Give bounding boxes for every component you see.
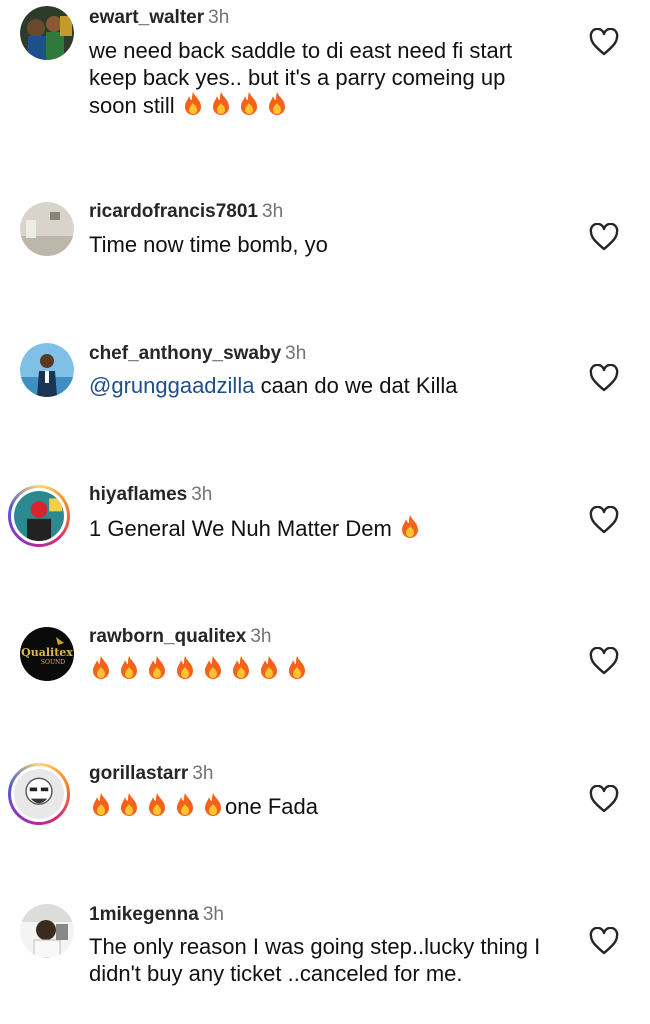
like-button[interactable]	[589, 927, 619, 955]
comment-text: Time now time bomb, yo	[89, 231, 559, 258]
timestamp: 3h	[262, 201, 284, 222]
fire-emoji-icon	[145, 792, 169, 818]
comment-text	[89, 655, 559, 683]
comment-text: 1 General We Nuh Matter Dem	[89, 514, 559, 542]
comment-text: we need back saddle to di east need fi s…	[89, 37, 559, 119]
comment-item: hiyaflames 3h 1 General We Nuh Matter Dem	[0, 470, 650, 615]
comment-text-content: caan do we dat Killa	[254, 373, 458, 398]
comment-text-content: we need back saddle to di east need fi s…	[89, 38, 513, 118]
fire-emoji-icon	[237, 91, 261, 117]
comment-item: Qualitex SOUND rawborn_qualitex 3h	[0, 615, 650, 755]
fire-emoji-icon	[201, 655, 225, 681]
avatar[interactable]	[8, 485, 70, 547]
comment-text: The only reason I was going step..lucky …	[89, 933, 559, 987]
fire-emoji-icon	[173, 655, 197, 681]
avatar-man-suit-image	[20, 343, 74, 397]
timestamp: 3h	[208, 7, 230, 28]
avatar-logo-text: Qualitex	[21, 646, 73, 659]
heart-outline-icon	[589, 28, 619, 56]
like-button[interactable]	[589, 647, 619, 675]
heart-outline-icon	[589, 785, 619, 813]
comment-text: one Fada	[89, 792, 559, 820]
mention-link[interactable]: @grunggaadzilla	[89, 373, 254, 398]
username[interactable]: 1mikegenna	[89, 904, 199, 925]
like-button[interactable]	[589, 223, 619, 251]
avatar-cartoon-image	[20, 6, 74, 60]
comment-meta: rawborn_qualitex 3h	[89, 626, 271, 648]
comment-text-content: 1 General We Nuh Matter Dem	[89, 516, 392, 541]
fire-emoji-icon	[89, 655, 113, 681]
avatar[interactable]	[20, 904, 74, 958]
comment-meta: 1mikegenna 3h	[89, 904, 224, 926]
like-button[interactable]	[589, 785, 619, 813]
fire-emoji-icon	[257, 655, 281, 681]
fire-emoji-icon	[145, 655, 169, 681]
fire-emoji-icon	[398, 514, 422, 540]
avatar-selfie-image	[20, 904, 74, 958]
avatar-logo-subtext: SOUND	[41, 659, 65, 666]
fire-emoji-icon	[201, 792, 225, 818]
heart-outline-icon	[589, 647, 619, 675]
avatar[interactable]	[20, 6, 74, 60]
comment-item: chef_anthony_swaby 3h @grunggaadzilla caa…	[0, 330, 650, 470]
timestamp: 3h	[202, 904, 224, 925]
fire-emoji-icon	[89, 792, 113, 818]
username[interactable]: ricardofrancis7801	[89, 201, 258, 222]
fire-emoji-icon	[209, 91, 233, 117]
comment-item: ricardofrancis7801 3h Time now time bomb,…	[0, 190, 650, 330]
like-button[interactable]	[589, 506, 619, 534]
avatar[interactable]	[20, 202, 74, 256]
avatar[interactable]	[20, 343, 74, 397]
fire-emoji-icon	[173, 792, 197, 818]
comment-meta: hiyaflames 3h	[89, 484, 212, 506]
timestamp: 3h	[191, 484, 213, 505]
heart-outline-icon	[589, 506, 619, 534]
heart-outline-icon	[589, 364, 619, 392]
fire-emoji-icon	[265, 91, 289, 117]
username[interactable]: ewart_walter	[89, 7, 204, 28]
fire-emoji-icon	[117, 655, 141, 681]
heart-outline-icon	[589, 927, 619, 955]
avatar-story-image	[14, 769, 64, 819]
comment-item: gorillastarr 3h one Fada	[0, 755, 650, 900]
fire-emoji-icon	[229, 655, 253, 681]
comment-item: 1mikegenna 3h The only reason I was going…	[0, 900, 650, 1024]
avatar-qualitex-image: Qualitex SOUND	[20, 627, 74, 681]
comment-meta: chef_anthony_swaby 3h	[89, 343, 306, 365]
comment-meta: ricardofrancis7801 3h	[89, 201, 283, 223]
like-button[interactable]	[589, 28, 619, 56]
fire-emoji-icon	[117, 792, 141, 818]
username[interactable]: rawborn_qualitex	[89, 626, 246, 647]
comment-meta: gorillastarr 3h	[89, 763, 213, 785]
like-button[interactable]	[589, 364, 619, 392]
avatar-story-image	[14, 491, 64, 541]
comment-text-content: Time now time bomb, yo	[89, 232, 328, 257]
fire-emoji-icon	[181, 91, 205, 117]
username[interactable]: chef_anthony_swaby	[89, 343, 281, 364]
username[interactable]: hiyaflames	[89, 484, 187, 505]
comment-text-content: one Fada	[225, 794, 318, 819]
fire-emoji-icon	[285, 655, 309, 681]
avatar[interactable]: Qualitex SOUND	[20, 627, 74, 681]
comment-meta: ewart_walter 3h	[89, 7, 229, 29]
comment-item: ewart_walter 3h we need back saddle to di…	[0, 0, 650, 190]
avatar[interactable]	[8, 763, 70, 825]
timestamp: 3h	[250, 626, 272, 647]
comment-text-content: The only reason I was going step..lucky …	[89, 934, 541, 986]
avatar-room-image	[20, 202, 74, 256]
timestamp: 3h	[192, 763, 214, 784]
comment-text: @grunggaadzilla caan do we dat Killa	[89, 372, 559, 399]
heart-outline-icon	[589, 223, 619, 251]
username[interactable]: gorillastarr	[89, 763, 188, 784]
timestamp: 3h	[285, 343, 307, 364]
